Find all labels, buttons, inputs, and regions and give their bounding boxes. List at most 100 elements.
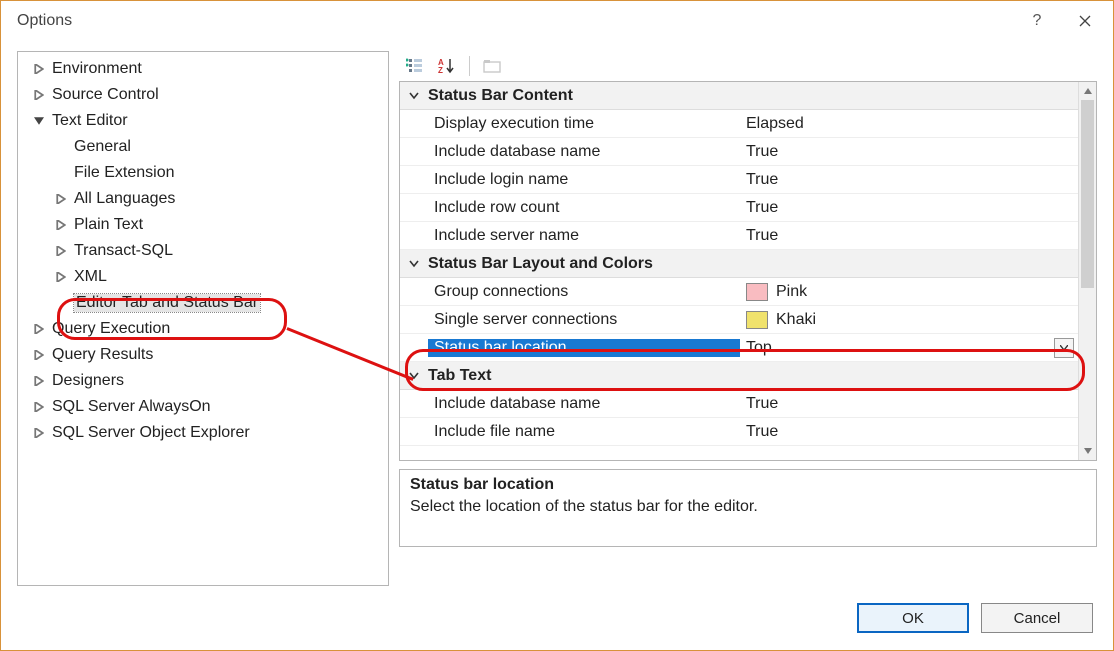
property-category[interactable]: Status Bar Layout and Colors — [400, 250, 1078, 278]
scroll-up-button[interactable] — [1079, 82, 1096, 100]
property-row[interactable]: Status bar locationTop — [400, 334, 1078, 362]
tree-item[interactable]: Query Execution — [18, 316, 388, 342]
property-name: Include database name — [428, 395, 740, 413]
tree-item[interactable]: General — [18, 134, 388, 160]
property-value-cell[interactable]: True — [740, 143, 1078, 161]
cancel-button[interactable]: Cancel — [981, 603, 1093, 633]
property-row[interactable]: Group connectionsPink — [400, 278, 1078, 306]
tree-item[interactable]: Query Results — [18, 342, 388, 368]
collapse-icon[interactable] — [400, 259, 428, 269]
property-pages-button[interactable] — [478, 53, 506, 79]
category-label: Tab Text — [428, 367, 1078, 385]
dropdown-button[interactable] — [1054, 338, 1074, 358]
property-row[interactable]: Include row countTrue — [400, 194, 1078, 222]
property-row[interactable]: Include file nameTrue — [400, 418, 1078, 446]
property-name: Group connections — [428, 283, 740, 301]
expand-icon[interactable] — [54, 270, 68, 284]
tree-item[interactable]: Designers — [18, 368, 388, 394]
property-value-cell[interactable]: Top — [740, 338, 1078, 358]
close-icon — [1079, 15, 1091, 27]
property-value: True — [746, 199, 778, 217]
property-name: Single server connections — [428, 311, 740, 329]
vertical-scrollbar[interactable] — [1078, 82, 1096, 460]
tree-item[interactable]: SQL Server AlwaysOn — [18, 394, 388, 420]
tree-item[interactable]: Environment — [18, 56, 388, 82]
tree-item-label: Transact-SQL — [74, 242, 173, 260]
chevron-up-icon — [1084, 88, 1092, 94]
property-value-cell[interactable]: Pink — [740, 283, 1078, 301]
tree-item[interactable]: Plain Text — [18, 212, 388, 238]
tree-item-label: XML — [74, 268, 107, 286]
close-button[interactable] — [1061, 1, 1109, 41]
ok-button[interactable]: OK — [857, 603, 969, 633]
toolbar-separator — [469, 56, 470, 76]
expand-icon[interactable] — [54, 192, 68, 206]
property-value-cell[interactable]: True — [740, 395, 1078, 413]
tree-item-label: SQL Server Object Explorer — [52, 424, 250, 442]
tree-item-label: Query Execution — [52, 320, 170, 338]
expand-icon[interactable] — [32, 62, 46, 76]
scroll-down-button[interactable] — [1079, 442, 1096, 460]
tree-item[interactable]: Source Control — [18, 82, 388, 108]
tree-item-label: Environment — [52, 60, 142, 78]
expand-icon[interactable] — [32, 374, 46, 388]
tree-item[interactable]: SQL Server Object Explorer — [18, 420, 388, 446]
tree-item[interactable]: XML — [18, 264, 388, 290]
category-label: Status Bar Layout and Colors — [428, 255, 1078, 273]
property-value-cell[interactable]: True — [740, 227, 1078, 245]
property-value: True — [746, 171, 778, 189]
expand-icon[interactable] — [32, 348, 46, 362]
property-row[interactable]: Include database nameTrue — [400, 390, 1078, 418]
expand-icon[interactable] — [32, 322, 46, 336]
expand-icon[interactable] — [54, 218, 68, 232]
categorized-icon — [406, 58, 424, 74]
property-pages-icon — [483, 59, 501, 73]
property-row[interactable]: Display execution time Elapsed — [400, 110, 1078, 138]
property-value: Elapsed — [746, 115, 804, 133]
tree-item[interactable]: Editor Tab and Status Bar — [18, 290, 388, 316]
property-name: Display execution time — [428, 115, 740, 133]
expand-icon[interactable] — [32, 400, 46, 414]
tree-item[interactable]: Transact-SQL — [18, 238, 388, 264]
property-row[interactable]: Include server nameTrue — [400, 222, 1078, 250]
alphabetical-icon: A Z — [438, 58, 456, 74]
property-name: Include database name — [428, 143, 740, 161]
property-value-cell[interactable]: True — [740, 199, 1078, 217]
property-value-cell[interactable]: True — [740, 423, 1078, 441]
property-value-cell[interactable]: True — [740, 171, 1078, 189]
expand-icon[interactable] — [32, 426, 46, 440]
scrollbar-thumb[interactable] — [1081, 100, 1094, 288]
property-name: Include login name — [428, 171, 740, 189]
color-swatch — [746, 311, 768, 329]
tree-item[interactable]: Text Editor — [18, 108, 388, 134]
tree-item-label: Source Control — [52, 86, 159, 104]
expand-icon[interactable] — [54, 244, 68, 258]
property-value-cell[interactable]: Elapsed — [740, 115, 1078, 133]
tree-item[interactable]: All Languages — [18, 186, 388, 212]
tree-spacer — [54, 166, 68, 180]
collapse-icon[interactable] — [400, 91, 428, 101]
property-grid[interactable]: Status Bar ContentDisplay execution time… — [399, 81, 1097, 461]
property-category[interactable]: Tab Text — [400, 362, 1078, 390]
property-value-cell[interactable]: Khaki — [740, 311, 1078, 329]
property-row[interactable]: Single server connectionsKhaki — [400, 306, 1078, 334]
expand-icon[interactable] — [32, 114, 46, 128]
collapse-icon[interactable] — [400, 371, 428, 381]
property-row[interactable]: Include login name True — [400, 166, 1078, 194]
svg-text:Z: Z — [438, 66, 443, 74]
tree-item-label: File Extension — [74, 164, 175, 182]
alphabetical-button[interactable]: A Z — [433, 53, 461, 79]
categorized-button[interactable] — [401, 53, 429, 79]
tree-item[interactable]: File Extension — [18, 160, 388, 186]
chevron-down-icon — [1084, 448, 1092, 454]
property-name: Include server name — [428, 227, 740, 245]
help-button[interactable]: ? — [1013, 1, 1061, 41]
color-swatch — [746, 283, 768, 301]
property-row[interactable]: Include database nameTrue — [400, 138, 1078, 166]
tree-item-label: Designers — [52, 372, 124, 390]
expand-icon[interactable] — [32, 88, 46, 102]
property-category[interactable]: Status Bar Content — [400, 82, 1078, 110]
tree-item-label: Text Editor — [52, 112, 128, 130]
options-tree[interactable]: Environment Source Control Text Editor Gene… — [17, 51, 389, 586]
scrollbar-track[interactable] — [1079, 100, 1096, 442]
